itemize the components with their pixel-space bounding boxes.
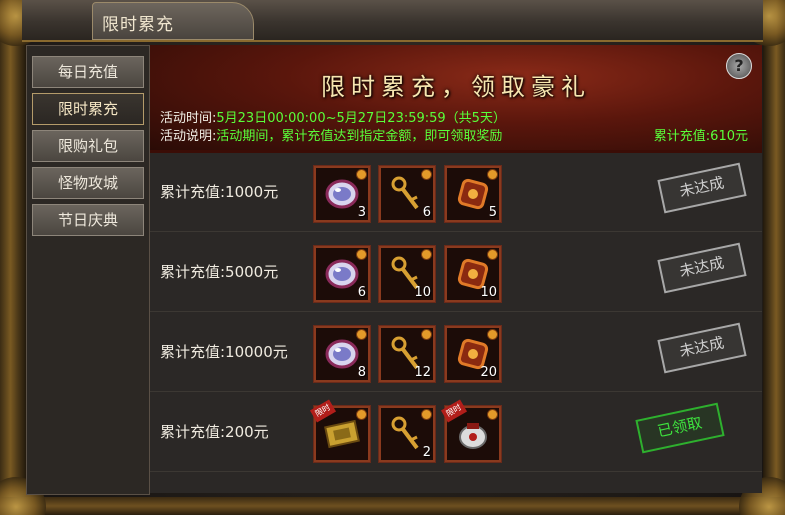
total-recharge: 累计充值:610元 [653,129,748,144]
reward-item-slot[interactable]: 限时 [440,399,502,463]
item-quantity: 3 [357,205,366,220]
sidebar-item-daily-recharge[interactable]: 每日充值 [32,56,144,88]
not-reached-stamp[interactable]: 未达成 [657,162,747,214]
item-quantity: 10 [480,285,497,300]
sidebar-item-monster-siege[interactable]: 怪物攻城 [32,167,144,199]
quality-dot-icon [356,249,367,260]
reward-threshold-label: 累计充值:5000元 [160,263,279,281]
event-time: 活动时间:5月23日00:00:00~5月27日23:59:59（共5天） [160,107,506,126]
reward-item-slot[interactable]: 6 [313,245,371,303]
quality-dot-icon [421,329,432,340]
event-time-value: 5月23日00:00:00~5月27日23:59:59（共5天） [216,111,506,126]
item-quantity: 8 [357,365,366,380]
help-icon[interactable]: ? [726,53,752,79]
item-quantity: 20 [480,365,497,380]
key-icon [387,414,427,454]
reward-item-slot[interactable]: 10 [444,245,502,303]
frame-bottom-border [0,497,785,515]
quality-dot-icon [356,329,367,340]
reward-item-slot[interactable]: 6 [378,165,436,223]
not-reached-stamp[interactable]: 未达成 [657,322,747,374]
reward-row: 累计充值:5000元 6 10 10 未达成 [150,233,762,312]
reward-threshold-label: 累计充值:1000元 [160,183,279,201]
reward-row: 累计充值:200元 限时 2 限时 已领取 [150,393,762,472]
quality-dot-icon [421,169,432,180]
game-window: 限时累充 每日充值 限时累充 限购礼包 怪物攻城 节日庆典 限时累充，领取豪礼 … [0,0,785,515]
silver-pouch-icon [453,414,493,454]
reward-row: 累计充值:1000元 3 6 5 未达成 [150,153,762,232]
gem-icon [322,334,362,374]
window-title: 限时累充 [102,15,174,35]
frame-left-border [0,0,26,515]
sidebar-item-festival[interactable]: 节日庆典 [32,204,144,236]
gem-icon [322,254,362,294]
reward-threshold-label: 累计充值:200元 [160,423,269,441]
quality-dot-icon [356,409,367,420]
reward-item-slot[interactable]: 12 [378,325,436,383]
reward-row: 累计充值:10000元 8 12 20 未达成 [150,313,762,392]
item-quantity: 10 [414,285,431,300]
gold-scroll-icon [322,414,362,454]
not-reached-stamp[interactable]: 未达成 [657,242,747,294]
event-desc: 活动说明:活动期间，累计充值达到指定金额，即可领取奖励 [160,125,502,144]
gem-icon [322,174,362,214]
event-desc-label: 活动说明: [160,129,217,144]
reward-threshold-label: 累计充值:10000元 [160,343,288,361]
main-panel: 限时累充，领取豪礼 ? 活动时间:5月23日00:00:00~5月27日23:5… [150,45,762,493]
reward-item-slot[interactable]: 2 [378,405,436,463]
reward-item-slot[interactable]: 限时 [309,399,371,463]
quality-dot-icon [487,249,498,260]
frame-right-border [763,0,785,515]
quality-dot-icon [356,169,367,180]
claimed-stamp[interactable]: 已领取 [635,402,725,454]
sidebar-item-limited-gift[interactable]: 限购礼包 [32,130,144,162]
event-time-label: 活动时间: [160,111,217,126]
item-quantity: 6 [422,205,431,220]
item-quantity: 12 [414,365,431,380]
banner-title: 限时累充，领取豪礼 [321,73,591,101]
reward-item-slot[interactable]: 8 [313,325,371,383]
quality-dot-icon [421,409,432,420]
event-banner: 限时累充，领取豪礼 ? 活动时间:5月23日00:00:00~5月27日23:5… [150,45,762,153]
key-icon [387,174,427,214]
reward-item-slot[interactable]: 10 [378,245,436,303]
quality-dot-icon [487,409,498,420]
item-quantity: 2 [422,445,431,460]
reward-item-slot[interactable]: 5 [444,165,502,223]
sidebar-item-limited-recharge[interactable]: 限时累充 [32,93,144,125]
item-quantity: 6 [357,285,366,300]
event-desc-value: 活动期间，累计充值达到指定金额，即可领取奖励 [216,129,503,144]
sidebar: 每日充值 限时累充 限购礼包 怪物攻城 节日庆典 [26,45,150,495]
item-quantity: 5 [488,205,497,220]
quality-dot-icon [421,249,432,260]
reward-item-slot[interactable]: 20 [444,325,502,383]
reward-item-slot[interactable]: 3 [313,165,371,223]
quality-dot-icon [487,329,498,340]
quality-dot-icon [487,169,498,180]
rune-box-icon [453,174,493,214]
